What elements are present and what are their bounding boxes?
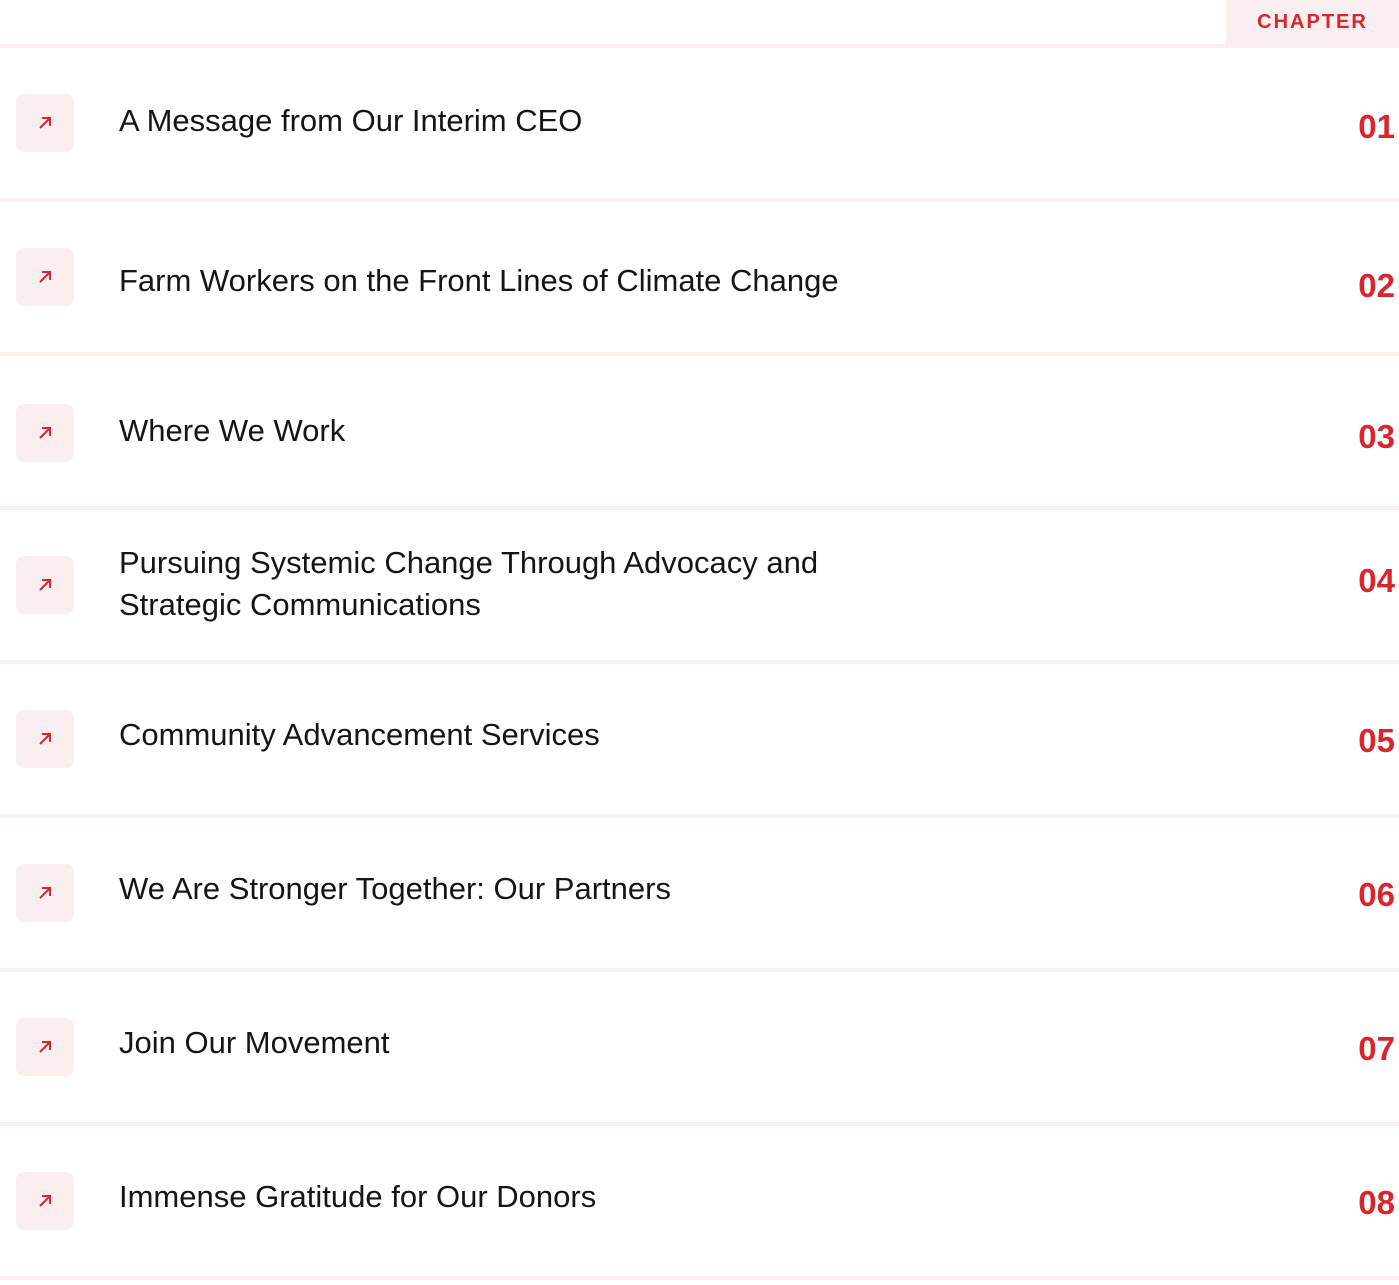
chapter-number: 04 [1358,562,1395,599]
chapter-column-label: CHAPTER [1226,0,1399,44]
divider [0,1276,1399,1280]
arrow-up-right-icon[interactable] [16,1172,74,1230]
chapter-list-header: CHAPTER [0,0,1399,44]
chapter-row-03[interactable]: Where We Work 03 [0,356,1399,506]
arrow-up-right-icon[interactable] [16,94,74,152]
chapter-number: 06 [1358,876,1395,913]
chapter-title[interactable]: Farm Workers on the Front Lines of Clima… [119,260,919,302]
chapter-row-05[interactable]: Community Advancement Services 05 [0,664,1399,814]
arrow-up-right-icon[interactable] [16,404,74,462]
chapter-title[interactable]: Where We Work [119,410,919,452]
arrow-up-right-icon[interactable] [16,1018,74,1076]
chapter-number: 08 [1358,1184,1395,1221]
chapter-row-07[interactable]: Join Our Movement 07 [0,972,1399,1122]
chapter-row-02[interactable]: Farm Workers on the Front Lines of Clima… [0,202,1399,352]
chapter-title[interactable]: A Message from Our Interim CEO [119,100,919,142]
arrow-up-right-icon[interactable] [16,864,74,922]
chapter-title[interactable]: Immense Gratitude for Our Donors [119,1176,919,1218]
chapter-number: 02 [1358,267,1395,304]
arrow-up-right-icon[interactable] [16,556,74,614]
chapter-title[interactable]: Pursuing Systemic Change Through Advocac… [119,542,919,626]
chapter-number: 05 [1358,722,1395,759]
chapter-number: 03 [1358,418,1395,455]
chapter-number: 07 [1358,1030,1395,1067]
chapter-title[interactable]: We Are Stronger Together: Our Partners [119,868,919,910]
chapter-list: A Message from Our Interim CEO 01 Farm W… [0,48,1399,1280]
chapter-row-04[interactable]: Pursuing Systemic Change Through Advocac… [0,510,1399,660]
chapter-number: 01 [1358,108,1395,145]
chapter-row-08[interactable]: Immense Gratitude for Our Donors 08 [0,1126,1399,1276]
arrow-up-right-icon[interactable] [16,248,74,306]
arrow-up-right-icon[interactable] [16,710,74,768]
chapter-row-06[interactable]: We Are Stronger Together: Our Partners 0… [0,818,1399,968]
chapter-row-01[interactable]: A Message from Our Interim CEO 01 [0,48,1399,198]
chapter-title[interactable]: Community Advancement Services [119,714,919,756]
chapter-title[interactable]: Join Our Movement [119,1022,919,1064]
